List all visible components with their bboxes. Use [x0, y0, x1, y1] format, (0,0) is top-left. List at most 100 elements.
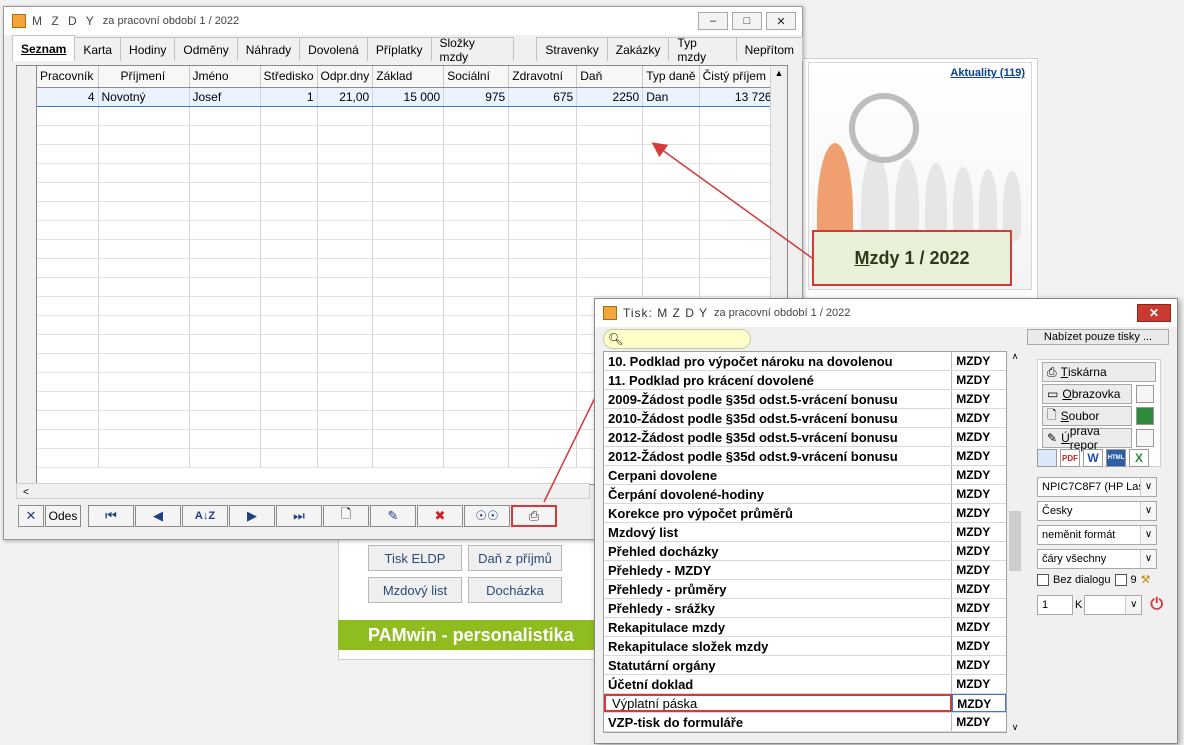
report-row[interactable]: Rekapitulace mzdy MZDY	[604, 618, 1006, 637]
table-row[interactable]	[37, 182, 776, 202]
table-row[interactable]	[37, 277, 776, 297]
report-row[interactable]: Výplatní páska MZDY	[604, 694, 1006, 713]
cancel-button[interactable]: ✕	[18, 505, 44, 527]
copies-select[interactable]: ∨	[1084, 595, 1143, 615]
report-row[interactable]: Čerpání dovolené-hodiny MZDY	[604, 485, 1006, 504]
report-row[interactable]: Přehledy - MZDY MZDY	[604, 561, 1006, 580]
col-socialni[interactable]: Sociální	[443, 66, 510, 88]
print-dialog-titlebar[interactable]: Tisk: M Z D Y za pracovní období 1 / 202…	[595, 299, 1177, 327]
report-row[interactable]: Přehledy - průměry MZDY	[604, 580, 1006, 599]
report-row[interactable]: 2010-Žádost podle §35d odst.5-vrácení bo…	[604, 409, 1006, 428]
tab-hodiny[interactable]: Hodiny	[120, 37, 176, 61]
scroll-thumb[interactable]	[1009, 511, 1021, 571]
last-record-button[interactable]: ⏭	[276, 505, 322, 527]
tab-typ-mzdy[interactable]: Typ mzdy	[668, 36, 737, 64]
report-row[interactable]: Cerpani dovolene MZDY	[604, 466, 1006, 485]
excel-format-icon[interactable]: X	[1129, 449, 1149, 467]
report-row[interactable]: Korekce pro výpočet průměrů MZDY	[604, 504, 1006, 523]
tab-slozky-mzdy[interactable]: Složky mzdy	[430, 36, 515, 64]
scroll-up-icon[interactable]: ∧	[1007, 351, 1023, 362]
find-button[interactable]: ☉☉	[464, 505, 510, 527]
table-row[interactable]	[37, 106, 776, 126]
tab-karta[interactable]: Karta	[74, 37, 122, 61]
report-list[interactable]: 10. Podklad pro výpočet nároku na dovole…	[603, 351, 1007, 733]
screen-output-button[interactable]: ▭ Obrazovka	[1042, 384, 1132, 404]
col-zaklad[interactable]: Základ	[372, 66, 445, 88]
tab-seznam[interactable]: Seznam	[12, 35, 76, 61]
tab-nepritom[interactable]: Nepřítom	[735, 37, 803, 61]
close-button[interactable]: ✕	[766, 12, 796, 30]
table-row[interactable]	[37, 125, 776, 145]
printer-output-button[interactable]: ⎙ Tiskárna	[1042, 362, 1156, 382]
report-row[interactable]: 2012-Žádost podle §35d odst.5-vrácení bo…	[604, 428, 1006, 447]
report-row[interactable]: 2012-Žádost podle §35d odst.9-vrácení bo…	[604, 447, 1006, 466]
language-select[interactable]: Česky ∨	[1037, 501, 1157, 521]
table-row[interactable]	[37, 163, 776, 183]
dan-z-prijmu-button[interactable]: Daň z příjmů	[468, 545, 562, 571]
table-format-icon[interactable]	[1037, 449, 1057, 467]
tab-nahrady[interactable]: Náhrady	[236, 37, 301, 61]
table-row[interactable]	[37, 239, 776, 259]
tab-stravenky[interactable]: Stravenky	[536, 37, 608, 61]
table-row[interactable]	[37, 258, 776, 278]
table-row[interactable]	[37, 201, 776, 221]
report-search[interactable]: 🔍︎	[603, 329, 751, 349]
scroll-down-icon[interactable]: ∨	[1007, 722, 1023, 733]
col-cisty-prijem[interactable]: Čistý příjem	[699, 66, 776, 88]
grid-horizontal-scrollbar[interactable]: <	[16, 483, 590, 499]
table-row[interactable]	[37, 220, 776, 240]
file-output-button[interactable]: 🗋 Soubor	[1042, 406, 1132, 426]
col-zdravotni[interactable]: Zdravotní	[508, 66, 578, 88]
tab-odmeny[interactable]: Odměny	[174, 37, 238, 61]
col-prijmeni[interactable]: Příjmení	[98, 66, 190, 88]
col-jmeno[interactable]: Jméno	[189, 66, 261, 88]
excel-icon[interactable]	[1136, 407, 1154, 425]
report-row[interactable]: Přehledy - srážky MZDY	[604, 599, 1006, 618]
tab-priplatky[interactable]: Příplatky	[366, 37, 432, 61]
report-row[interactable]: Přehled docházky MZDY	[604, 542, 1006, 561]
offer-only-reports-button[interactable]: Nabízet pouze tisky ...	[1027, 329, 1169, 345]
power-icon[interactable]: ⏻	[1150, 596, 1163, 614]
key-icon[interactable]: ⚒	[1141, 573, 1151, 586]
print-close-button[interactable]: ✕	[1137, 304, 1171, 322]
pdf-icon[interactable]: PDF	[1060, 449, 1080, 467]
col-typ-dane[interactable]: Typ daně	[642, 66, 700, 88]
minimize-button[interactable]: –	[698, 12, 728, 30]
word-icon[interactable]: W	[1083, 449, 1103, 467]
printer-select[interactable]: NPIC7C8F7 (HP Lase ∨	[1037, 477, 1157, 497]
mzdovy-list-button[interactable]: Mzdový list	[368, 577, 462, 603]
scroll-left-icon[interactable]: <	[17, 487, 29, 498]
edit-report-button[interactable]: ✎ Úprava repor	[1042, 424, 1132, 452]
copies-spinner[interactable]: 1	[1037, 595, 1073, 615]
dochazka-button[interactable]: Docházka	[468, 577, 562, 603]
new-record-button[interactable]: 🗋	[323, 505, 369, 527]
next-record-button[interactable]: ▶	[229, 505, 275, 527]
report-row[interactable]: VZP-tisk do formuláře MZDY	[604, 713, 1006, 732]
table-row[interactable]: 4 Novotný Josef 1 21,00 15 000 975 675 2…	[37, 86, 776, 107]
mzdy-titlebar[interactable]: M Z D Y za pracovní období 1 / 2022 – □ …	[4, 7, 802, 35]
report-list-scrollbar[interactable]: ∧ ∨	[1007, 351, 1023, 733]
report-row[interactable]: 10. Podklad pro výpočet nároku na dovole…	[604, 352, 1006, 371]
format-select[interactable]: neměnit formát ∨	[1037, 525, 1157, 545]
html-icon[interactable]: HTML	[1106, 449, 1126, 467]
col-pracovnik[interactable]: Pracovník	[37, 66, 99, 88]
report-row[interactable]: Statutární orgány MZDY	[604, 656, 1006, 675]
tab-zakazky[interactable]: Zakázky	[606, 37, 670, 61]
odes-button[interactable]: Odes	[45, 505, 81, 527]
email-icon[interactable]	[1136, 385, 1154, 403]
report-row[interactable]: 2009-Žádost podle §35d odst.5-vrácení bo…	[604, 390, 1006, 409]
col-dan[interactable]: Daň	[576, 66, 644, 88]
report-row[interactable]: 11. Podklad pro krácení dovolené MZDY	[604, 371, 1006, 390]
report-row[interactable]: Rekapitulace složek mzdy MZDY	[604, 637, 1006, 656]
col-stredisko[interactable]: Středisko	[260, 66, 318, 88]
maximize-button[interactable]: □	[732, 12, 762, 30]
scroll-up-icon[interactable]: ▲	[771, 66, 787, 80]
no-dialog-count-checkbox[interactable]	[1114, 573, 1127, 586]
tab-dovolena[interactable]: Dovolená	[299, 37, 368, 61]
tisk-eldp-button[interactable]: Tisk ELDP	[368, 545, 462, 571]
sort-button[interactable]: A↓Z	[182, 505, 228, 527]
lines-select[interactable]: čáry všechny ∨	[1037, 549, 1157, 569]
table-row[interactable]	[37, 144, 776, 164]
col-odpr-dny[interactable]: Odpr.dny	[317, 66, 374, 88]
edit-record-button[interactable]: ✎	[370, 505, 416, 527]
